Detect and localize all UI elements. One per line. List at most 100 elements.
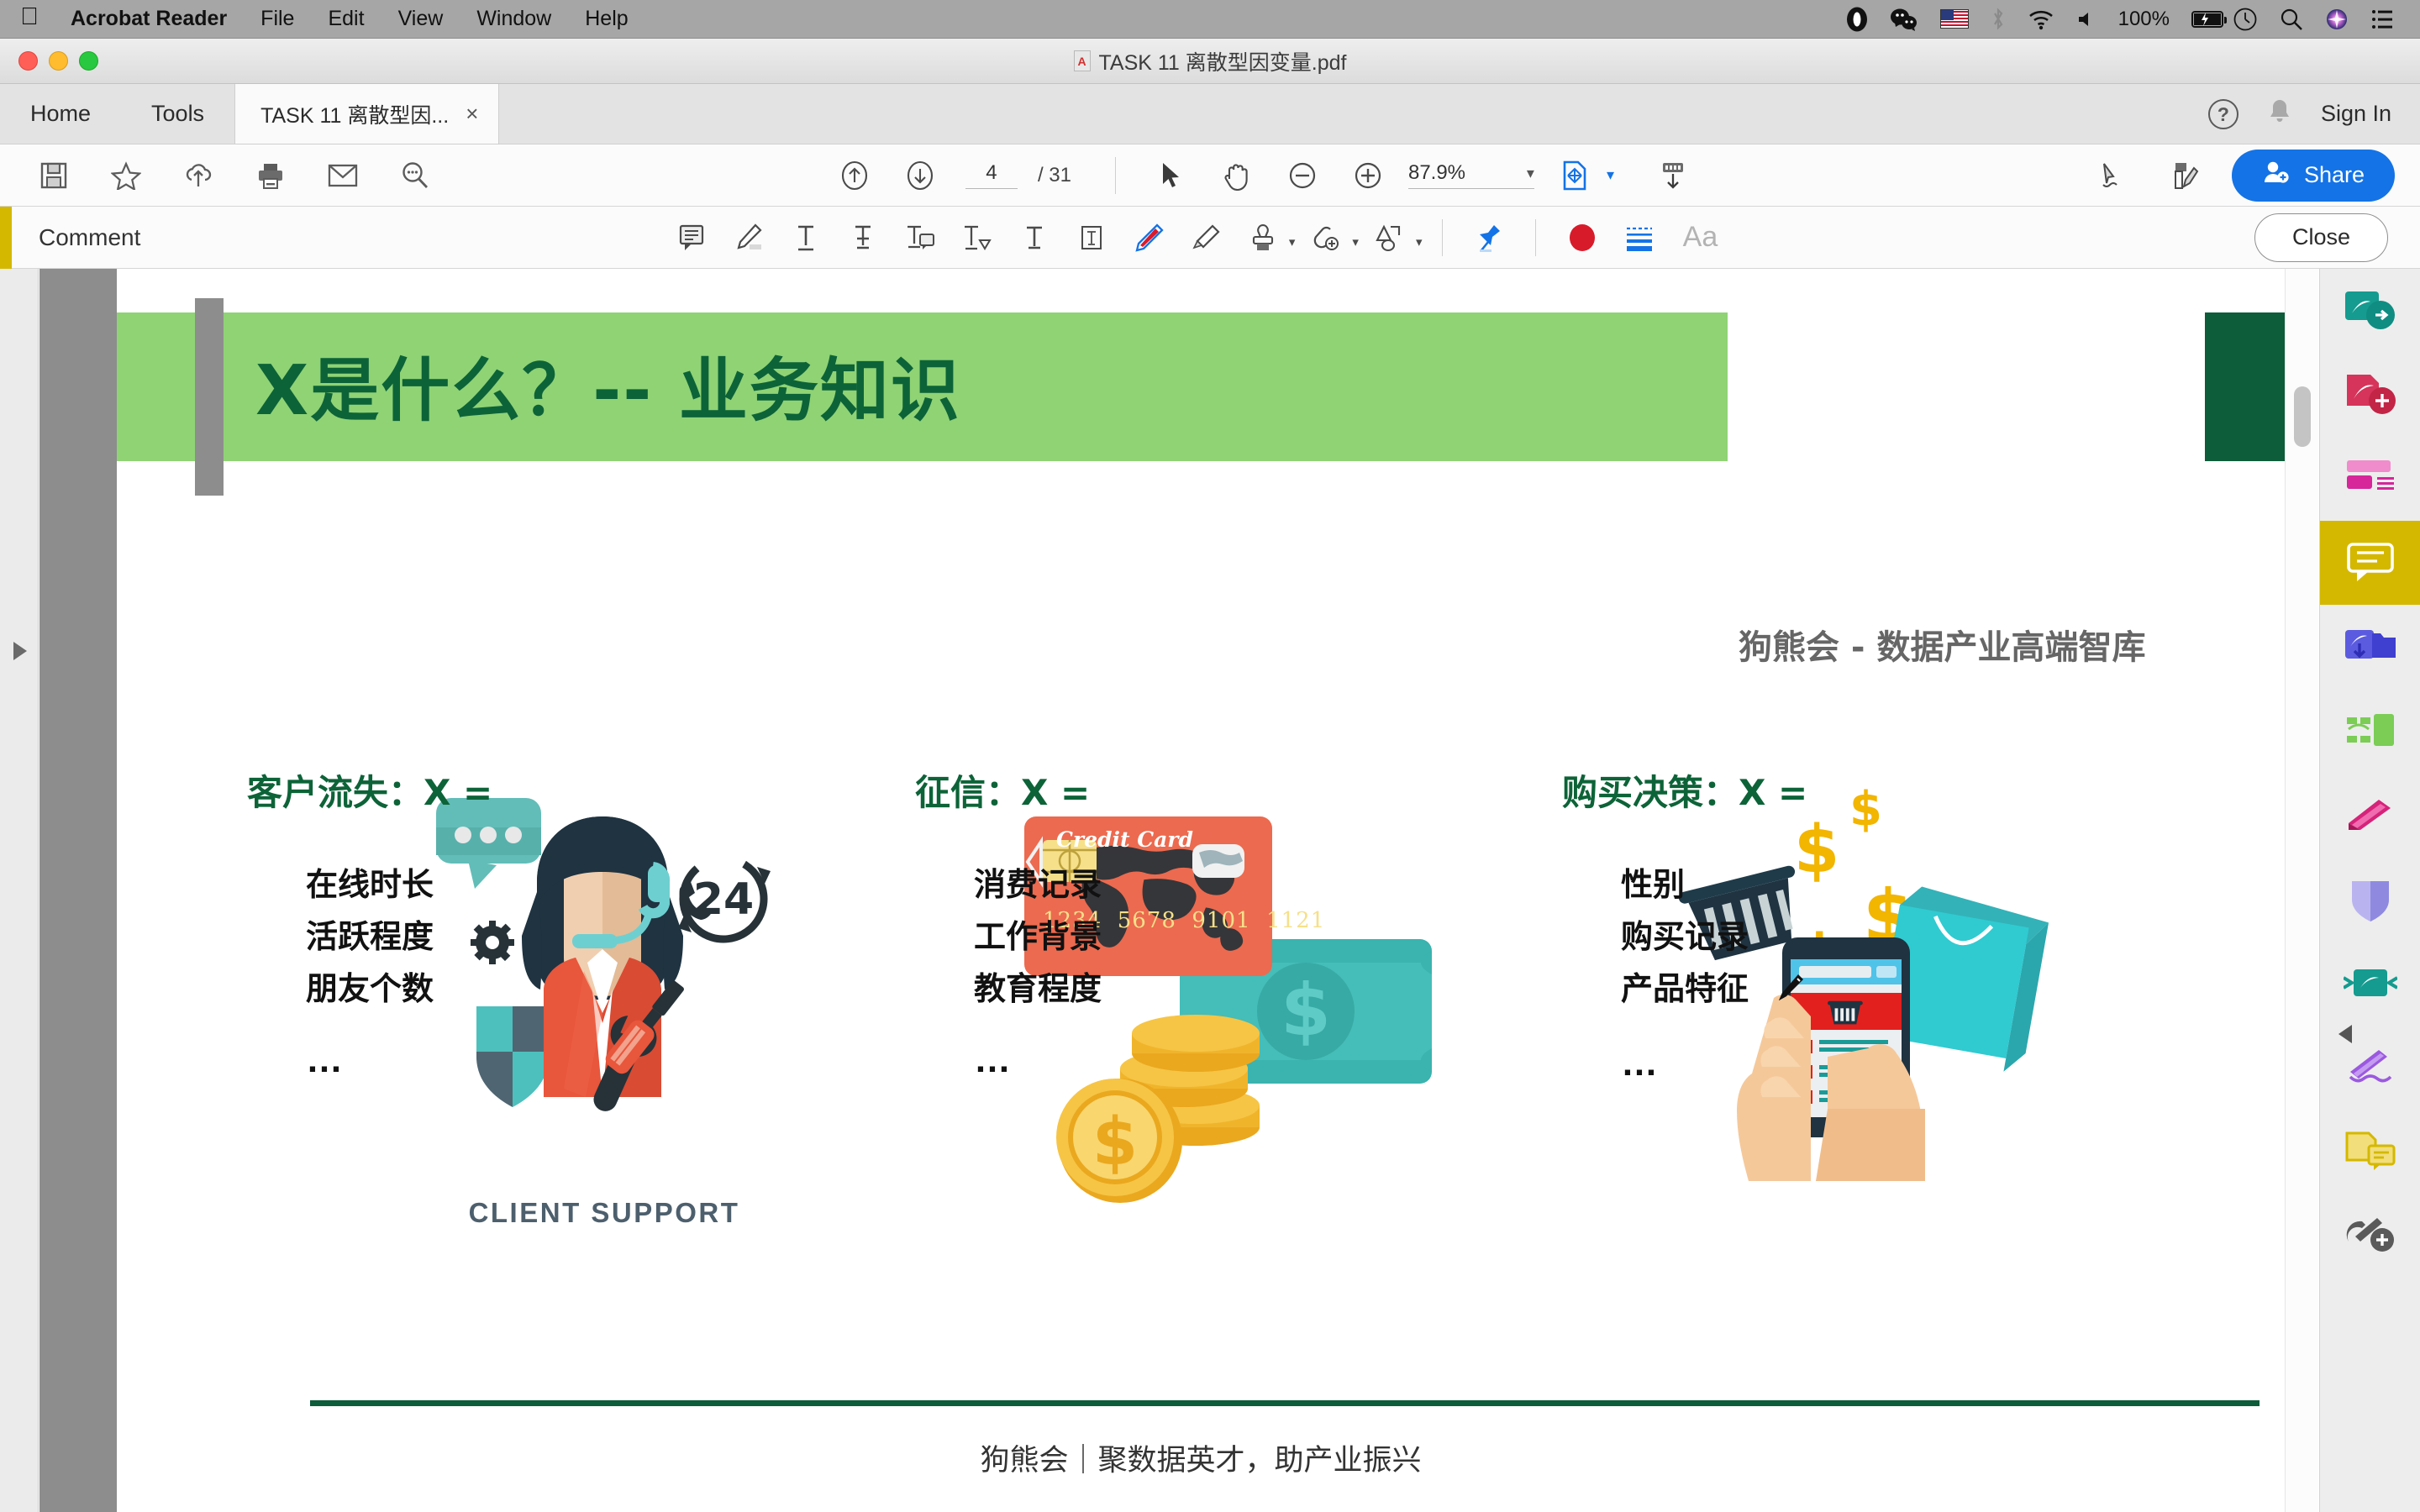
cloud-upload-icon[interactable] xyxy=(173,150,224,201)
comment-toolbar: Comment ▾ ▾ ▾ Aa Close xyxy=(0,207,2420,269)
zoom-level-select[interactable]: 87.9% ▾ xyxy=(1407,161,1534,189)
left-navigation-rail[interactable] xyxy=(0,269,39,1512)
draw-freeform-icon[interactable] xyxy=(1123,212,1175,264)
page-number-input[interactable]: 4 xyxy=(965,161,1018,189)
close-comment-button[interactable]: Close xyxy=(2254,213,2388,262)
export-pdf-tool[interactable] xyxy=(2320,269,2420,353)
control-center-icon[interactable] xyxy=(2360,8,2405,30)
menu-item-file[interactable]: File xyxy=(244,7,311,31)
email-icon[interactable] xyxy=(318,150,368,201)
close-tab-icon[interactable]: × xyxy=(466,101,478,127)
volume-icon[interactable] xyxy=(2065,9,2107,29)
fill-and-sign-icon[interactable] xyxy=(2087,150,2138,201)
vertical-scrollbar[interactable] xyxy=(2285,269,2318,1512)
stamp-icon[interactable] xyxy=(1237,212,1289,264)
column-credit-report: 征信：X = 消费记录 工作背景 教育程度 … xyxy=(915,764,1503,1081)
line-thickness-icon[interactable] xyxy=(1613,212,1665,264)
bluetooth-icon[interactable] xyxy=(1980,7,2017,32)
list-item: 在线时长 xyxy=(306,866,434,903)
zoom-level-value: 87.9% xyxy=(1407,161,1466,184)
color-swatch-icon[interactable] xyxy=(1556,212,1608,264)
list-item: 教育程度 xyxy=(974,969,1102,1007)
protect-tool[interactable] xyxy=(2320,857,2420,941)
fit-page-icon[interactable] xyxy=(1549,150,1600,201)
comment-tools-group: ▾ ▾ ▾ Aa xyxy=(666,212,1730,264)
more-tools[interactable] xyxy=(2320,1193,2420,1277)
fill-and-sign-tool[interactable] xyxy=(2320,1025,2420,1109)
redact-tool[interactable] xyxy=(2320,773,2420,857)
spotlight-search-icon[interactable] xyxy=(2269,8,2314,31)
help-icon[interactable]: ? xyxy=(2207,98,2238,129)
request-e-signatures-tool[interactable] xyxy=(2320,1109,2420,1193)
notification-bell-icon[interactable] xyxy=(2267,97,2292,130)
scroll-mode-icon[interactable] xyxy=(1648,150,1698,201)
star-icon[interactable] xyxy=(101,150,151,201)
attach-file-icon[interactable] xyxy=(1300,212,1352,264)
share-button[interactable]: Share xyxy=(2231,149,2396,202)
arrow-up-circle-icon[interactable] xyxy=(829,150,880,201)
organize-pages-tool[interactable] xyxy=(2320,437,2420,521)
page-left-margin-band xyxy=(39,269,117,1512)
print-icon[interactable] xyxy=(245,150,296,201)
macos-menu-bar:  Acrobat Reader File Edit View Window H… xyxy=(0,0,2420,39)
attach-chevron-icon[interactable]: ▾ xyxy=(1352,234,1359,249)
toolbar-divider-1 xyxy=(1114,156,1116,194)
stamp-chevron-icon[interactable]: ▾ xyxy=(1289,234,1296,249)
sign-in-button[interactable]: Sign In xyxy=(2321,101,2391,127)
vertical-scrollbar-thumb[interactable] xyxy=(2294,386,2311,447)
list-item: 购买记录 xyxy=(1621,917,1749,955)
window-document-title-wrap: A TASK 11 离散型因变量.pdf xyxy=(0,46,2420,76)
text-properties-icon[interactable]: Aa xyxy=(1670,212,1729,264)
menu-item-help[interactable]: Help xyxy=(568,7,644,31)
chevron-down-icon[interactable]: ▾ xyxy=(1527,165,1534,182)
expand-panel-icon[interactable] xyxy=(13,642,27,660)
drawing-tools-icon[interactable] xyxy=(1364,212,1416,264)
tab-home[interactable]: Home xyxy=(0,84,121,144)
underline-text-icon[interactable] xyxy=(780,212,832,264)
tab-tools[interactable]: Tools xyxy=(121,84,234,144)
menu-item-view[interactable]: View xyxy=(381,7,460,31)
hand-icon[interactable] xyxy=(1212,150,1262,201)
apple-menu-icon[interactable]:  xyxy=(15,5,44,29)
pdf-page[interactable]: X是什么？-- 业务知识 狗熊会 - 数据产业高端智库 24 CLIENT SU… xyxy=(117,269,2285,1512)
highlight-text-icon[interactable] xyxy=(723,212,775,264)
battery-percentage-label: 100% xyxy=(2118,7,2170,30)
send-for-comments-tool[interactable] xyxy=(2320,941,2420,1025)
zoom-out-icon[interactable] xyxy=(1277,150,1328,201)
timemachine-icon[interactable] xyxy=(2222,7,2269,32)
us-flag-icon[interactable] xyxy=(1929,9,1980,29)
arrow-down-circle-icon[interactable] xyxy=(895,150,945,201)
zoom-in-icon[interactable] xyxy=(1343,150,1393,201)
text-box-icon[interactable] xyxy=(1065,212,1118,264)
wifi-icon[interactable] xyxy=(2017,8,2065,30)
edit-pdf-icon[interactable] xyxy=(2160,150,2210,201)
fit-page-chevron-icon[interactable]: ▾ xyxy=(1607,166,1614,184)
collapse-panel-icon[interactable] xyxy=(2338,1025,2352,1043)
strikethrough-text-icon[interactable] xyxy=(837,212,889,264)
cursor-arrow-icon[interactable] xyxy=(1146,150,1197,201)
menu-item-edit[interactable]: Edit xyxy=(311,7,381,31)
search-icon[interactable] xyxy=(390,150,440,201)
text-comment-icon[interactable] xyxy=(1008,212,1060,264)
comment-accent-bar xyxy=(0,207,12,269)
save-icon[interactable] xyxy=(29,150,79,201)
create-pdf-tool[interactable] xyxy=(2320,353,2420,437)
column-heading: 客户流失：X = xyxy=(247,772,493,813)
siri-icon[interactable] xyxy=(2314,8,2360,31)
insert-text-icon[interactable] xyxy=(951,212,1003,264)
opera-icon[interactable] xyxy=(1835,7,1879,32)
keep-tool-selected-icon[interactable] xyxy=(1463,212,1515,264)
add-note-to-text-icon[interactable] xyxy=(894,212,946,264)
battery-charging-icon[interactable] xyxy=(2181,10,2227,28)
menu-item-acrobat-reader[interactable]: Acrobat Reader xyxy=(54,7,244,31)
comment-divider-2 xyxy=(1535,218,1537,256)
drawing-chevron-icon[interactable]: ▾ xyxy=(1416,234,1423,249)
compress-pdf-tool[interactable] xyxy=(2320,689,2420,773)
combine-files-tool[interactable] xyxy=(2320,605,2420,689)
document-tab[interactable]: TASK 11 离散型因... × xyxy=(234,84,500,144)
sticky-note-icon[interactable] xyxy=(666,212,718,264)
wechat-icon[interactable] xyxy=(1879,7,1929,32)
erase-drawing-icon[interactable] xyxy=(1180,212,1232,264)
comment-tool[interactable] xyxy=(2320,521,2420,605)
menu-item-window[interactable]: Window xyxy=(460,7,568,31)
